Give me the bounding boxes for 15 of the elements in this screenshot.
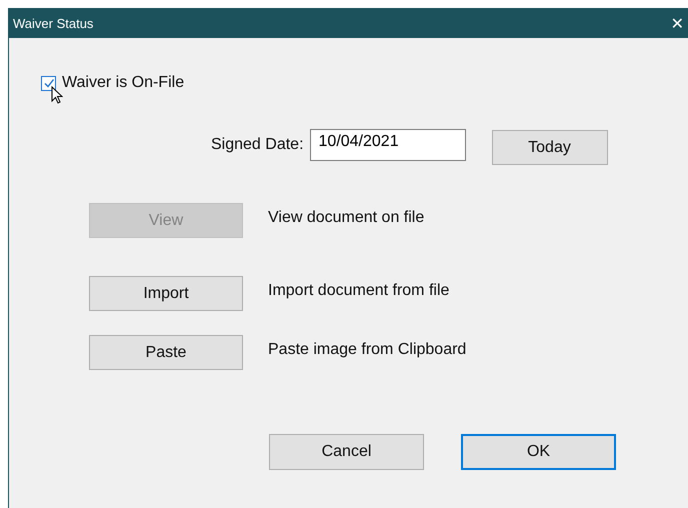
date-field[interactable]: 10/04/2021 <box>310 128 466 160</box>
checkbox[interactable] <box>41 76 56 90</box>
dialog-button[interactable]: OK <box>461 434 616 470</box>
checkbox-label[interactable]: Waiver is On-File <box>62 74 184 92</box>
action-description: View document on file <box>268 208 424 226</box>
action-description: Paste image from Clipboard <box>268 340 466 358</box>
mouse-cursor-icon <box>51 86 63 104</box>
action-description: Import document from file <box>268 282 450 300</box>
close-button[interactable]: ✕ <box>666 14 688 32</box>
dialog-button[interactable]: Cancel <box>269 434 424 470</box>
window-title: Waiver Status <box>13 16 94 30</box>
action-button[interactable]: Paste <box>89 335 243 370</box>
today-button[interactable]: Today <box>492 130 608 165</box>
action-button[interactable]: Import <box>89 276 243 311</box>
signed-date-label: Signed Date: <box>211 136 304 154</box>
